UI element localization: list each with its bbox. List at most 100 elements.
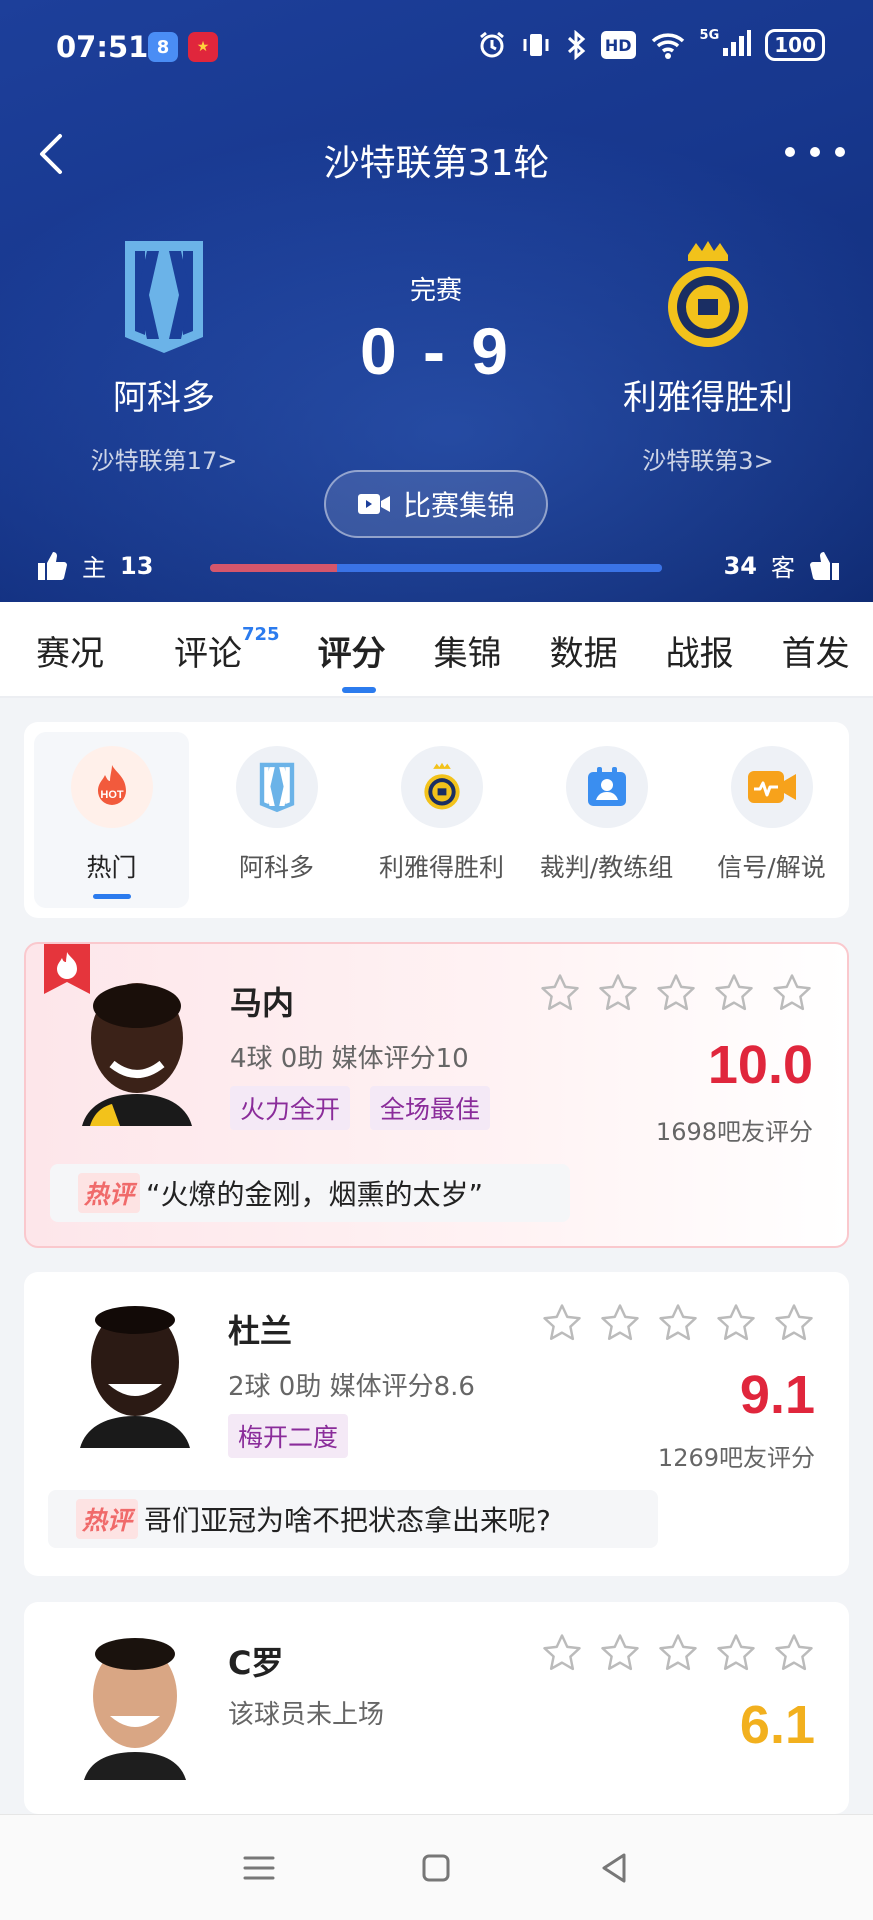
star-icon[interactable] [599, 1302, 641, 1344]
hot-comment-tag: 热评 [76, 1499, 139, 1539]
star-icon[interactable] [655, 972, 697, 1014]
star-icon[interactable] [715, 1632, 757, 1674]
hot-comment[interactable]: 热评 哥们亚冠为啥不把状态拿出来呢? [48, 1490, 658, 1548]
filter-broadcast[interactable]: 信号/解说 [694, 732, 849, 908]
star-icon[interactable] [657, 1632, 699, 1674]
star-icon[interactable] [541, 1302, 583, 1344]
away-team-rank[interactable]: 沙特联第3> [558, 441, 858, 476]
away-team-name: 利雅得胜利 [623, 378, 793, 418]
hot-comment[interactable]: 热评 “火燎的金刚，烟熏的太岁” [50, 1164, 570, 1222]
hot-icon: HOT [70, 746, 153, 828]
player-tag: 全场最佳 [370, 1086, 491, 1130]
filter-away-team[interactable]: 利雅得胜利 [364, 732, 519, 908]
tab-lineup[interactable]: 首发 [768, 626, 850, 675]
home-team-rank[interactable]: 沙特联第17> [14, 441, 314, 476]
star-icon[interactable] [657, 1302, 699, 1344]
status-icons: HD 5G 100 [477, 28, 825, 62]
filter-hot[interactable]: HOT 热门 [34, 732, 189, 908]
avatar [72, 976, 202, 1126]
home-vote-count: 13 [120, 551, 154, 580]
app-notification-icon-2: ★ [188, 32, 218, 62]
match-score: 0 - 9 [359, 314, 513, 388]
away-team[interactable]: 利雅得胜利 沙特联第3> [558, 236, 858, 476]
highlights-button[interactable]: 比赛集锦 [324, 470, 548, 538]
player-name: C罗 [228, 1644, 284, 1682]
hot-comment-tag: 热评 [78, 1173, 141, 1213]
tab-divider [0, 696, 873, 698]
battery-indicator: 100 [765, 29, 825, 61]
system-nav-bar [0, 1814, 873, 1920]
home-vote[interactable]: 主 13 [36, 548, 153, 583]
star-rating-input[interactable] [539, 972, 813, 1014]
tab-label: 首发 [781, 633, 850, 674]
filter-referee-coach[interactable]: 裁判/教练组 [529, 732, 684, 908]
star-icon[interactable] [715, 1302, 757, 1344]
tab-comments[interactable]: 评论725 [138, 623, 280, 675]
match-header: 07:51 8 ★ HD 5G 100 沙特联第31轮 阿科多 沙特联第17> … [0, 0, 873, 602]
player-rating-score: 6.1 [739, 1695, 815, 1755]
home-vote-label: 主 [82, 554, 106, 582]
video-camera-icon [357, 494, 390, 514]
tab-stats[interactable]: 数据 [536, 626, 618, 675]
highlights-label: 比赛集锦 [402, 489, 515, 522]
filter-active-underline [92, 894, 131, 899]
star-icon[interactable] [773, 1302, 815, 1344]
star-icon[interactable] [597, 972, 639, 1014]
menu-icon[interactable] [239, 1848, 279, 1888]
tab-ratings[interactable]: 评分 [298, 626, 386, 675]
star-rating-input[interactable] [541, 1302, 815, 1344]
thumbs-up-icon [38, 551, 67, 580]
star-icon[interactable] [599, 1632, 641, 1674]
player-rating-score: 10.0 [707, 1035, 813, 1095]
player-stats: 2球 0助 媒体评分8.6 [228, 1372, 475, 1402]
filter-label: 裁判/教练组 [539, 853, 674, 882]
status-bar: 07:51 8 ★ HD 5G 100 [0, 0, 873, 96]
avatar [70, 1630, 200, 1780]
home-team-name: 阿科多 [113, 378, 215, 418]
vote-bar-home [210, 564, 337, 572]
network-type: 5G [699, 28, 720, 43]
player-rating-card[interactable]: 杜兰 2球 0助 媒体评分8.6 梅开二度 9.1 1269吧友评分 热评 哥们… [24, 1272, 849, 1576]
tab-label: 评分 [317, 633, 386, 674]
hot-icon-text: HOT [100, 789, 124, 801]
player-rating-score: 9.1 [739, 1365, 815, 1425]
player-rating-card[interactable]: 马内 4球 0助 媒体评分10 火力全开 全场最佳 10.0 1698吧友评分 … [24, 942, 849, 1248]
star-icon[interactable] [773, 1632, 815, 1674]
star-icon[interactable] [541, 1632, 583, 1674]
player-tag: 梅开二度 [228, 1414, 349, 1458]
star-icon[interactable] [713, 972, 755, 1014]
hot-comment-text: 哥们亚冠为啥不把状态拿出来呢? [144, 1504, 551, 1537]
status-time: 07:51 [56, 30, 149, 64]
star-icon[interactable] [771, 972, 813, 1014]
tab-label: 集锦 [433, 633, 502, 674]
home-team-logo [109, 236, 219, 356]
tab-report[interactable]: 战报 [652, 626, 734, 675]
comment-count-badge: 725 [242, 623, 280, 645]
star-rating-input[interactable] [541, 1632, 815, 1674]
more-button[interactable] [785, 132, 845, 172]
score-box: 完赛 0 - 9 [286, 270, 586, 389]
id-badge-icon [565, 746, 648, 828]
app-notification-icon: 8 [148, 32, 178, 62]
tab-bar: 赛况 评论725 评分 集锦 数据 战报 首发 [0, 602, 873, 698]
filter-label: 利雅得胜利 [378, 853, 504, 882]
rating-count: 1698吧友评分 [655, 1118, 813, 1146]
thumbs-up-icon [810, 551, 839, 580]
star-icon[interactable] [539, 972, 581, 1014]
home-team[interactable]: 阿科多 沙特联第17> [14, 236, 314, 476]
home-square-icon[interactable] [416, 1848, 456, 1888]
player-name: 马内 [230, 984, 295, 1022]
filter-home-team[interactable]: 阿科多 [199, 732, 354, 908]
filter-label: 信号/解说 [717, 853, 826, 882]
bluetooth-icon [565, 28, 587, 62]
tab-highlights[interactable]: 集锦 [420, 626, 502, 675]
player-rating-card[interactable]: C罗 该球员未上场 6.1 [24, 1602, 849, 1814]
tab-live[interactable]: 赛况 [0, 626, 104, 675]
video-signal-icon [730, 746, 813, 828]
away-vote[interactable]: 34 客 [724, 548, 841, 583]
vote-bar-away [336, 564, 662, 572]
away-team-logo [653, 236, 763, 356]
back-triangle-icon[interactable] [594, 1848, 634, 1888]
home-team-logo-icon [235, 746, 318, 828]
vote-row: 主 13 34 客 [0, 548, 873, 590]
